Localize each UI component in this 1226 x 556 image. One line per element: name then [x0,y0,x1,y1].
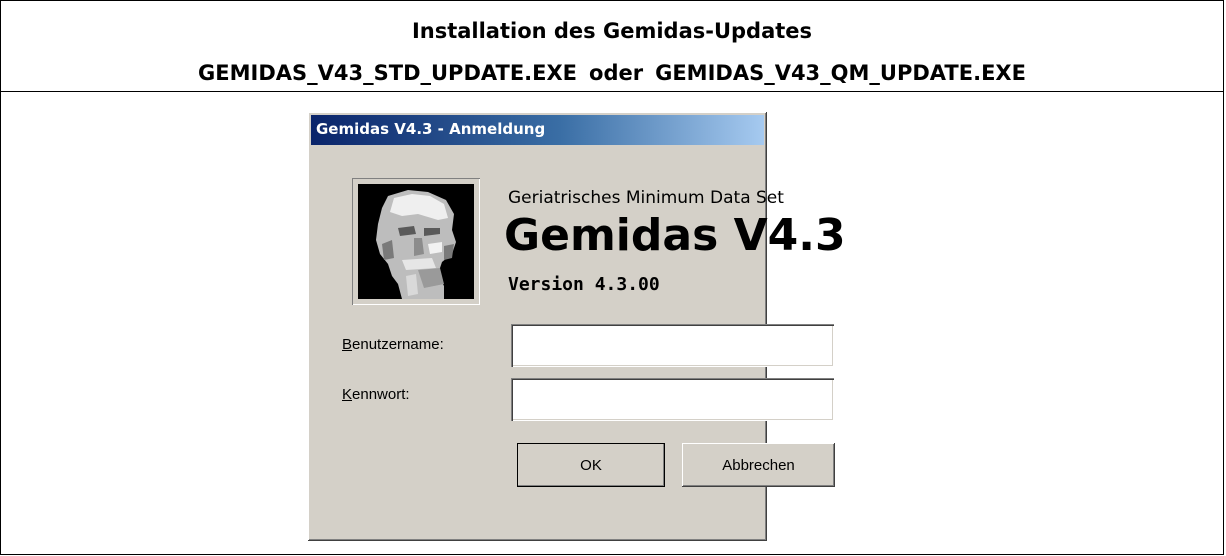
dialog-titlebar[interactable]: Gemidas V4.3 - Anmeldung [311,115,764,145]
dialog-title: Gemidas V4.3 - Anmeldung [316,120,546,138]
filename-std: GEMIDAS_V43_STD_UPDATE.EXE [198,61,578,85]
filename-separator: oder [589,61,644,85]
app-subtitle: Geriatrisches Minimum Data Set [508,188,784,208]
app-version: Version 4.3.00 [508,274,660,295]
document-header: Installation des Gemidas-Updates GEMIDAS… [1,1,1223,92]
document-filenames: GEMIDAS_V43_STD_UPDATE.EXE oder GEMIDAS_V4… [1,61,1223,85]
cancel-button[interactable]: Abbrechen [682,443,835,487]
username-label: Benutzername: [342,336,444,353]
ok-button[interactable]: OK [517,443,665,487]
document-table: Installation des Gemidas-Updates GEMIDAS… [0,0,1224,555]
elderly-face-logo-icon [358,184,474,299]
logo-frame [352,178,480,305]
app-name: Gemidas V4.3 [504,210,846,261]
password-label-text: ennwort: [352,386,410,403]
filename-qm: GEMIDAS_V43_QM_UPDATE.EXE [655,61,1026,85]
document-title: Installation des Gemidas-Updates [411,19,813,43]
password-label-accelerator: K [342,386,353,403]
username-label-accelerator: B [342,336,353,353]
username-label-text: enutzername: [352,336,444,353]
password-input[interactable] [511,378,834,421]
username-input[interactable] [511,324,834,367]
password-label: Kennwort: [342,386,410,403]
login-dialog: Gemidas V4.3 - Anmeldung Geriatrisches M… [308,112,846,541]
